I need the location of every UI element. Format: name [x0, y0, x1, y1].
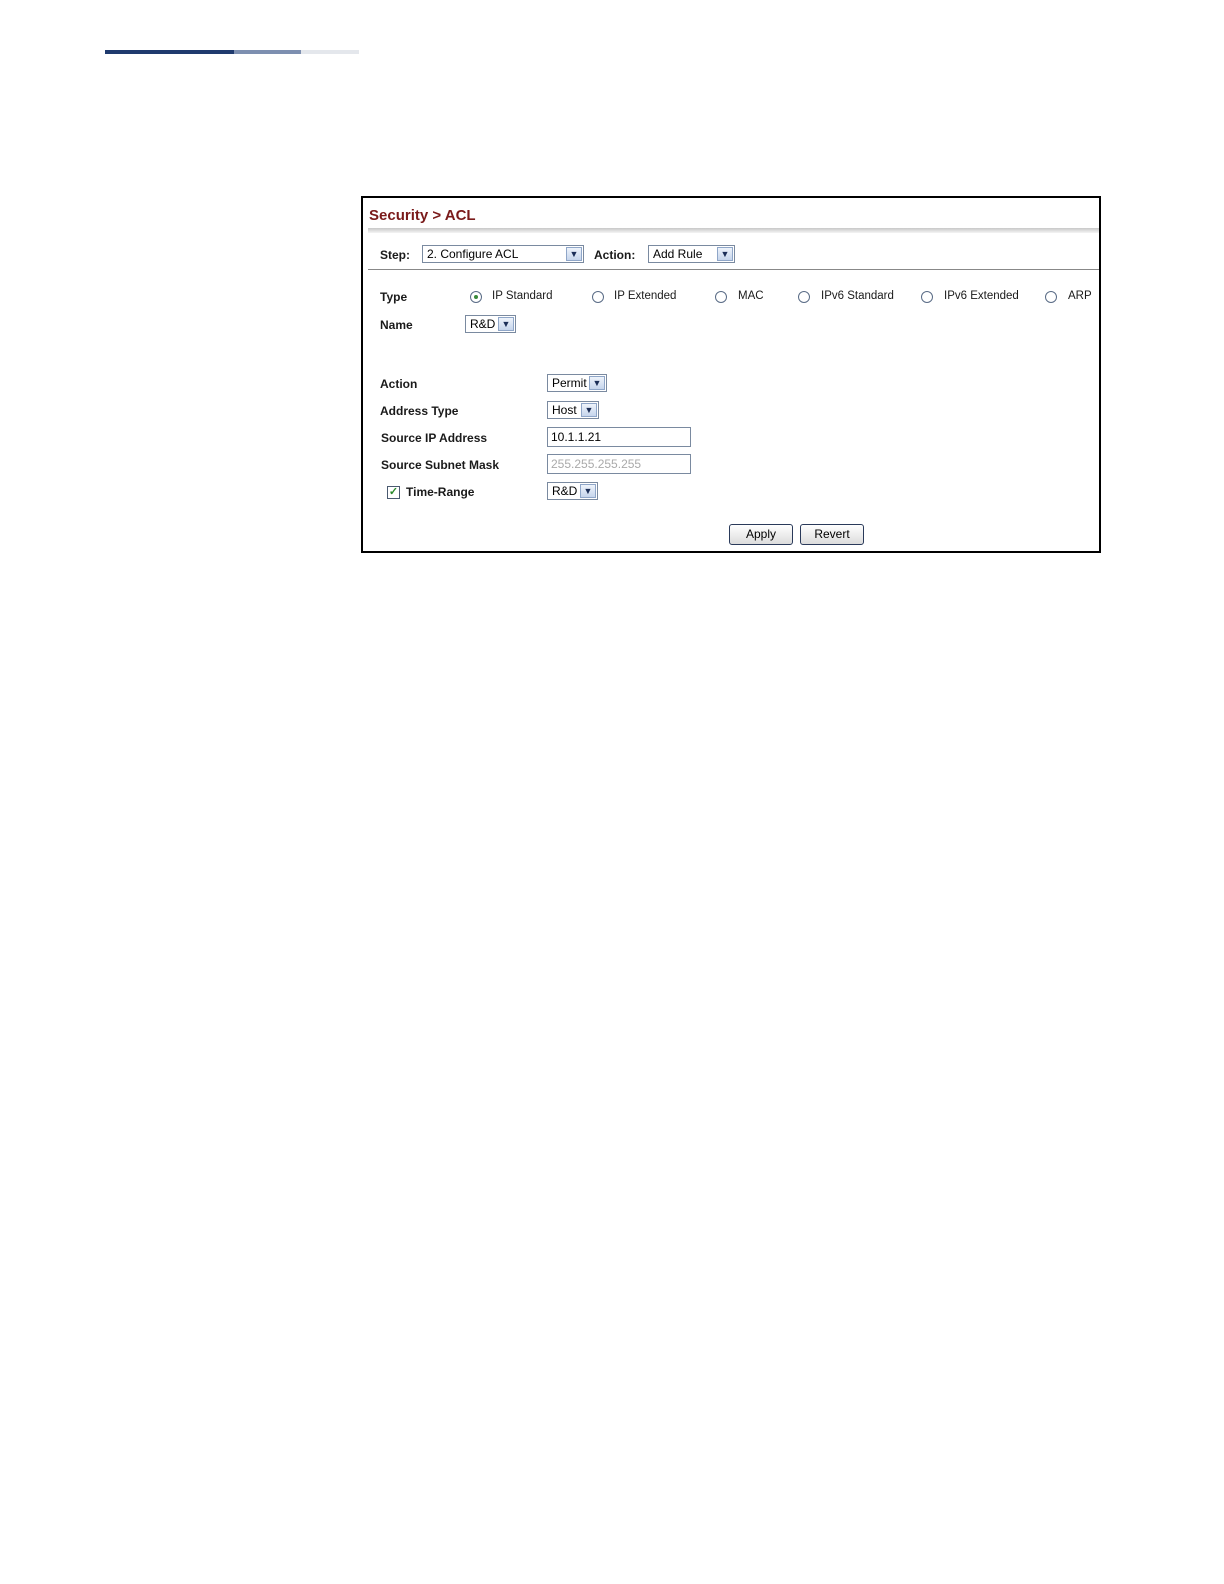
source-mask-input: 255.255.255.255 [547, 454, 691, 474]
address-type-label: Address Type [380, 404, 459, 418]
page-header-rule [105, 50, 359, 54]
radio-ipv6-extended-label: IPv6 Extended [944, 290, 1019, 302]
step-select-value: 2. Configure ACL [427, 247, 519, 261]
name-select[interactable]: R&D ▼ [465, 315, 516, 333]
radio-arp[interactable] [1045, 291, 1057, 303]
source-mask-label: Source Subnet Mask [381, 458, 500, 472]
radio-arp-label: ARP [1068, 290, 1092, 302]
rule-segment-dark [105, 50, 234, 54]
source-ip-input[interactable]: 10.1.1.21 [547, 427, 691, 447]
radio-ip-extended-label: IP Extended [614, 290, 677, 302]
page-title: Security > ACL [369, 207, 476, 224]
chevron-down-icon[interactable]: ▼ [589, 376, 605, 390]
source-ip-label: Source IP Address [381, 431, 488, 445]
step-divider [368, 269, 1099, 270]
address-type-select-value: Host [552, 403, 577, 417]
chevron-down-icon[interactable]: ▼ [580, 484, 596, 498]
radio-ipv6-standard[interactable] [798, 291, 810, 303]
action-bar-select[interactable]: Add Rule ▼ [648, 245, 735, 263]
time-range-select[interactable]: R&D ▼ [547, 482, 598, 500]
name-select-value: R&D [470, 317, 496, 331]
time-range-label: Time-Range [406, 485, 475, 499]
rule-segment-mid [234, 50, 301, 54]
chevron-down-icon[interactable]: ▼ [566, 247, 582, 261]
radio-ip-standard[interactable] [470, 291, 482, 303]
radio-ip-standard-label: IP Standard [492, 290, 553, 302]
chevron-down-icon[interactable]: ▼ [581, 403, 597, 417]
action-label: Action [380, 377, 418, 391]
step-label: Step: [380, 248, 410, 262]
action-bar-select-value: Add Rule [653, 247, 703, 261]
type-label: Type [380, 290, 408, 304]
chevron-down-icon[interactable]: ▼ [498, 317, 514, 331]
radio-ip-extended[interactable] [592, 291, 604, 303]
radio-ipv6-extended[interactable] [921, 291, 933, 303]
chevron-down-icon[interactable]: ▼ [717, 247, 733, 261]
revert-button[interactable]: Revert [800, 524, 864, 545]
radio-mac-label: MAC [738, 290, 764, 302]
action-bar-label: Action: [594, 248, 636, 262]
rule-segment-light [301, 50, 359, 54]
radio-mac[interactable] [715, 291, 727, 303]
name-label: Name [380, 318, 413, 332]
action-select-value: Permit [552, 376, 587, 390]
time-range-checkbox[interactable]: ✓ [387, 486, 400, 499]
action-select[interactable]: Permit ▼ [547, 374, 607, 392]
acl-screenshot-panel: Security > ACL Step: 2. Configure ACL ▼ … [361, 196, 1101, 553]
apply-button[interactable]: Apply [729, 524, 793, 545]
checkmark-icon: ✓ [388, 486, 399, 498]
step-select[interactable]: 2. Configure ACL ▼ [422, 245, 584, 263]
title-divider [368, 228, 1099, 233]
radio-ipv6-standard-label: IPv6 Standard [821, 290, 894, 302]
time-range-select-value: R&D [552, 484, 578, 498]
address-type-select[interactable]: Host ▼ [547, 401, 599, 419]
